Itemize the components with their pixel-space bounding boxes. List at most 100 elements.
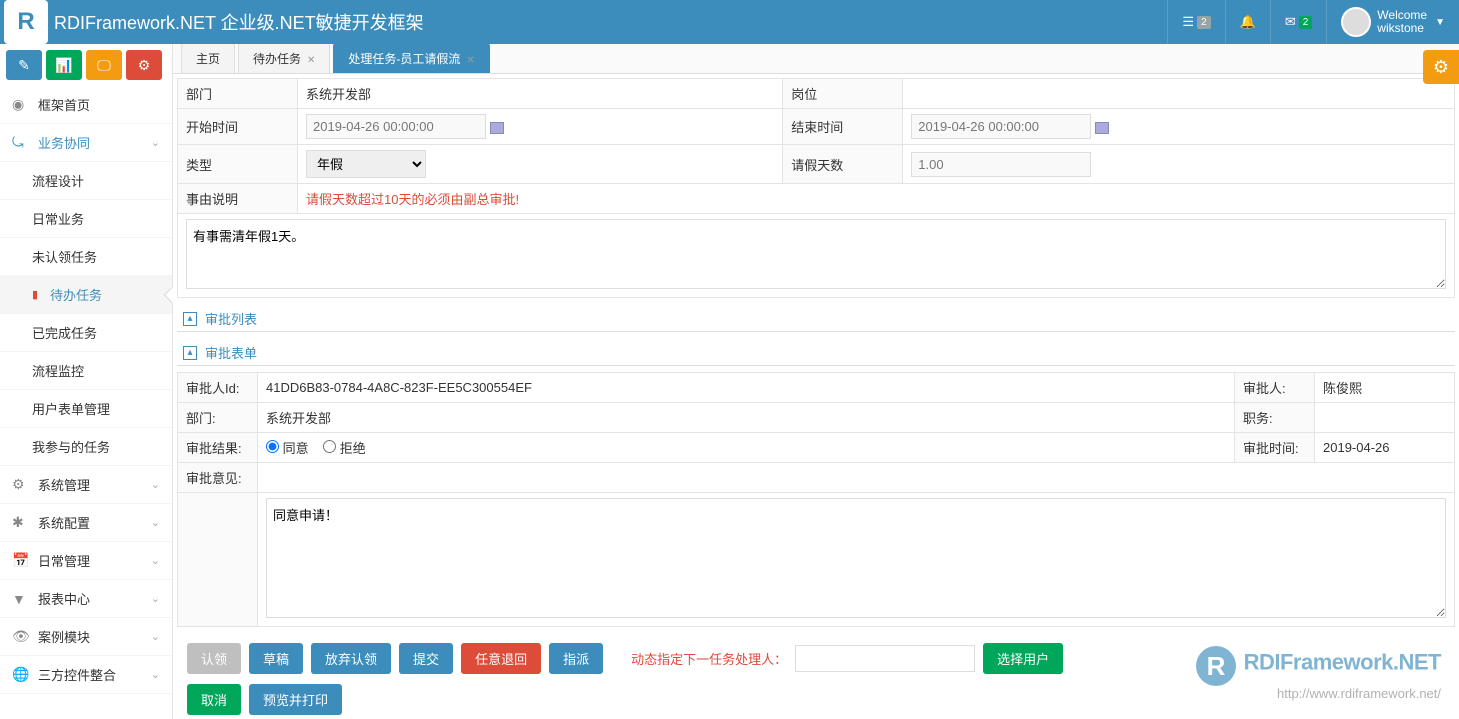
radio-agree[interactable] <box>266 440 279 453</box>
logo: R <box>4 0 48 44</box>
header-mail-button[interactable]: ✉ 2 <box>1270 0 1326 44</box>
label-approval-dept: 部门: <box>178 403 258 433</box>
radio-reject[interactable] <box>323 440 336 453</box>
nav-daily-biz[interactable]: 日常业务 <box>0 200 172 238</box>
avatar <box>1341 7 1371 37</box>
label-approval-time: 审批时间: <box>1235 433 1315 463</box>
nav-my-tasks[interactable]: 我参与的任务 <box>0 428 172 466</box>
radio-agree-label[interactable]: 同意 <box>266 441 309 456</box>
nav-examples[interactable]: 👁 案例模块 ⌄ <box>0 618 172 656</box>
toolbar-chart-button[interactable]: 📊 <box>46 50 82 80</box>
chevron-down-icon: ⌄ <box>151 668 160 681</box>
tab-process[interactable]: 处理任务-员工请假流✕ <box>333 44 489 73</box>
label-end: 结束时间 <box>783 109 903 145</box>
nav-report[interactable]: ▼ 报表中心 ⌄ <box>0 580 172 618</box>
toolbar-screen-button[interactable]: 🖵 <box>86 50 122 80</box>
actions-row-2: 取消 预览并打印 <box>177 684 1455 719</box>
nav-monitor[interactable]: 流程监控 <box>0 352 172 390</box>
label-start: 开始时间 <box>178 109 298 145</box>
btn-claim[interactable]: 认领 <box>187 643 241 674</box>
chevron-down-icon: ⌄ <box>151 478 160 491</box>
nav-daily-mgmt[interactable]: 📅 日常管理 ⌄ <box>0 542 172 580</box>
globe-icon: 🌐 <box>12 666 30 683</box>
chevron-down-icon: ⌄ <box>151 516 160 529</box>
btn-abandon[interactable]: 放弃认领 <box>311 643 391 674</box>
input-next-user[interactable] <box>795 645 975 672</box>
btn-preview-print[interactable]: 预览并打印 <box>249 684 342 715</box>
nav-unclaimed[interactable]: 未认领任务 <box>0 238 172 276</box>
input-days[interactable] <box>911 152 1091 177</box>
toolbar-gears-button[interactable]: ⚙ <box>126 50 162 80</box>
chevron-down-icon: ⌄ <box>151 630 160 643</box>
calendar-icon[interactable] <box>490 122 504 134</box>
btn-cancel[interactable]: 取消 <box>187 684 241 715</box>
list-badge: 2 <box>1197 16 1211 29</box>
approval-list-header[interactable]: ▴ 审批列表 <box>177 306 1455 332</box>
username: wikstone <box>1377 22 1427 35</box>
nav-flow-design[interactable]: 流程设计 <box>0 162 172 200</box>
actions-row-1: 认领 草稿 放弃认领 提交 任意退回 指派 动态指定下一任务处理人： 选择用户 <box>177 633 1455 684</box>
btn-draft[interactable]: 草稿 <box>249 643 303 674</box>
list-icon: ☰ <box>1182 14 1194 30</box>
chevron-down-icon: ▼ <box>1435 17 1445 28</box>
btn-delegate[interactable]: 指派 <box>549 643 603 674</box>
btn-submit[interactable]: 提交 <box>399 643 453 674</box>
approval-form-header[interactable]: ▴ 审批表单 <box>177 340 1455 366</box>
btn-select-user[interactable]: 选择用户 <box>983 643 1063 674</box>
label-dept: 部门 <box>178 79 298 109</box>
floating-settings-button[interactable]: ⚙ <box>1423 50 1459 84</box>
nav-pending[interactable]: ▮ 待办任务 <box>0 276 172 314</box>
header-user-button[interactable]: Welcome wikstone ▼ <box>1326 0 1459 44</box>
content-area: 主页 待办任务✕ 处理任务-员工请假流✕ 部门 系统开发部 岗位 开始时间 结束… <box>173 44 1459 719</box>
textarea-reason[interactable]: 有事需清年假1天。 <box>186 219 1446 289</box>
header-bell-button[interactable]: 🔔 <box>1225 0 1270 44</box>
field-position <box>903 79 1455 109</box>
nav-sys-mgmt[interactable]: ⚙ 系统管理 ⌄ <box>0 466 172 504</box>
leave-form-table: 部门 系统开发部 岗位 开始时间 结束时间 类型 年假 请假天数 <box>177 78 1455 298</box>
label-result: 审批结果: <box>178 433 258 463</box>
field-result: 同意 拒绝 <box>258 433 1235 463</box>
close-icon[interactable]: ✕ <box>307 55 315 66</box>
label-approver-id: 审批人Id: <box>178 373 258 403</box>
label-type: 类型 <box>178 145 298 184</box>
input-start-time[interactable] <box>306 114 486 139</box>
label-approval-position: 职务: <box>1235 403 1315 433</box>
sidebar: ✎ 📊 🖵 ⚙ ◉ 框架首页 ⤿ 业务协同 ⌄ 流程设计 日常业务 未认领任务 … <box>0 44 173 719</box>
textarea-opinion[interactable]: 同意申请！ <box>266 498 1446 618</box>
chart-icon: 📊 <box>55 57 72 74</box>
reason-warning: 请假天数超过10天的必须由副总审批! <box>298 184 1455 214</box>
approval-form-table: 审批人Id: 41DD6B83-0784-4A8C-823F-EE5C30055… <box>177 372 1455 627</box>
calendar-icon[interactable] <box>1095 122 1109 134</box>
close-icon[interactable]: ✕ <box>466 55 474 66</box>
gears-icon: ⚙ <box>12 476 30 493</box>
section-approval-form: ▴ 审批表单 审批人Id: 41DD6B83-0784-4A8C-823F-EE… <box>177 340 1455 633</box>
label-opinion: 审批意见: <box>178 463 258 493</box>
nav-third-party[interactable]: 🌐 三方控件整合 ⌄ <box>0 656 172 694</box>
collapse-icon: ▴ <box>183 346 197 360</box>
dashboard-icon: ◉ <box>12 96 30 113</box>
header-right: ☰ 2 🔔 ✉ 2 Welcome wikstone ▼ <box>1167 0 1459 44</box>
nav-biz-collab[interactable]: ⤿ 业务协同 ⌄ <box>0 124 172 162</box>
pencil-icon: ✎ <box>18 57 30 74</box>
toolbar-edit-button[interactable]: ✎ <box>6 50 42 80</box>
tab-home[interactable]: 主页 <box>181 44 235 73</box>
label-position: 岗位 <box>783 79 903 109</box>
radio-reject-label[interactable]: 拒绝 <box>323 441 366 456</box>
next-handler-label: 动态指定下一任务处理人： <box>631 649 787 668</box>
nav-completed[interactable]: 已完成任务 <box>0 314 172 352</box>
header-list-button[interactable]: ☰ 2 <box>1167 0 1224 44</box>
field-approver-id: 41DD6B83-0784-4A8C-823F-EE5C300554EF <box>258 373 1235 403</box>
gear-icon: ✱ <box>12 514 30 531</box>
nav-user-form[interactable]: 用户表单管理 <box>0 390 172 428</box>
label-days: 请假天数 <box>783 145 903 184</box>
chevron-down-icon: ⌄ <box>151 136 160 149</box>
app-header: R RDIFramework.NET 企业级.NET敏捷开发框架 ☰ 2 🔔 ✉… <box>0 0 1459 44</box>
btn-reject-back[interactable]: 任意退回 <box>461 643 541 674</box>
nav-home[interactable]: ◉ 框架首页 <box>0 86 172 124</box>
field-approver: 陈俊熙 <box>1315 373 1455 403</box>
tab-pending[interactable]: 待办任务✕ <box>238 44 330 73</box>
select-type[interactable]: 年假 <box>306 150 426 178</box>
input-end-time[interactable] <box>911 114 1091 139</box>
field-approval-dept: 系统开发部 <box>258 403 1235 433</box>
nav-sys-config[interactable]: ✱ 系统配置 ⌄ <box>0 504 172 542</box>
